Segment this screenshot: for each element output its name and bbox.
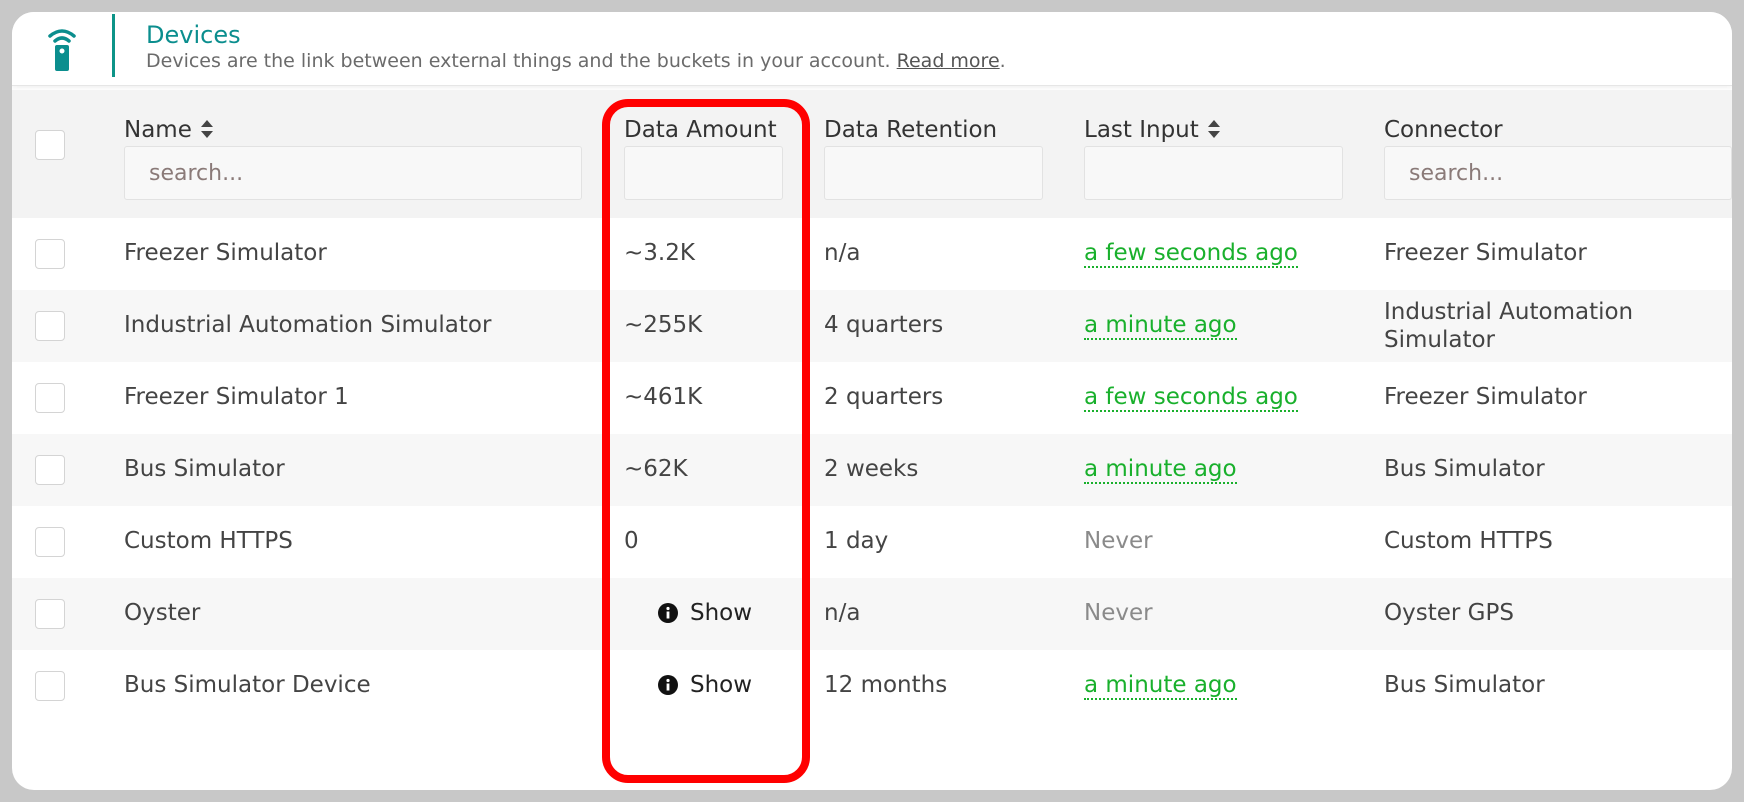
data-retention-value: n/a (824, 600, 861, 626)
header-divider (112, 14, 115, 77)
column-header-connector: Connector (1384, 117, 1503, 143)
last-input-value: a few seconds ago (1084, 240, 1298, 268)
table-row[interactable]: Bus Simulator ~62K 2 weeks a minute ago … (12, 434, 1732, 506)
device-name[interactable]: Bus Simulator (124, 456, 285, 482)
data-retention-value: 4 quarters (824, 312, 944, 338)
sort-icon[interactable] (1207, 119, 1221, 139)
row-checkbox[interactable] (35, 599, 65, 629)
last-input-value: a few seconds ago (1084, 384, 1298, 412)
data-amount-value: ~461K (624, 384, 703, 410)
select-all-checkbox[interactable] (35, 130, 65, 160)
data-retention-value: 1 day (824, 528, 889, 554)
device-name[interactable]: Freezer Simulator (124, 240, 327, 266)
row-checkbox[interactable] (35, 455, 65, 485)
connector-value: Freezer Simulator (1384, 384, 1587, 410)
device-name[interactable]: Freezer Simulator 1 (124, 384, 349, 410)
data-retention-value: 2 weeks (824, 456, 919, 482)
page-description: Devices are the link between external th… (146, 50, 1006, 72)
table-row[interactable]: Industrial Automation Simulator ~255K 4 … (12, 290, 1732, 362)
device-name[interactable]: Industrial Automation Simulator (124, 312, 491, 338)
last-input-value: Never (1084, 528, 1153, 554)
connector-search-input[interactable] (1384, 146, 1732, 200)
page-title: Devices (146, 21, 241, 49)
description-text: Devices are the link between external th… (146, 50, 891, 72)
device-name[interactable]: Oyster (124, 600, 200, 626)
column-last-input-label: Last Input (1084, 117, 1199, 143)
column-header-name[interactable]: Name (124, 117, 214, 143)
show-label: Show (690, 672, 753, 698)
column-header-data-amount: Data Amount (624, 117, 777, 143)
table-row[interactable]: Oyster Show n/a Never Oyster GPS (12, 578, 1732, 650)
data-retention-value: n/a (824, 240, 861, 266)
description-period: . (999, 50, 1006, 72)
last-input-value: Never (1084, 600, 1153, 626)
data-amount-value: 0 (624, 528, 639, 554)
sort-icon[interactable] (200, 119, 214, 139)
device-name[interactable]: Bus Simulator Device (124, 672, 371, 698)
connector-value: Industrial Automation Simulator (1384, 299, 1634, 353)
column-header-data-retention: Data Retention (824, 117, 998, 143)
last-input-value: a minute ago (1084, 456, 1237, 484)
data-retention-filter-input[interactable] (824, 146, 1043, 200)
devices-panel: Devices Devices are the link between ext… (12, 12, 1732, 790)
connector-value: Oyster GPS (1384, 600, 1514, 626)
connector-value: Bus Simulator (1384, 456, 1545, 482)
data-amount-value: ~62K (624, 456, 688, 482)
data-amount-value: ~3.2K (624, 240, 695, 266)
last-input-value: a minute ago (1084, 312, 1237, 340)
column-header-last-input[interactable]: Last Input (1084, 117, 1221, 143)
row-checkbox[interactable] (35, 671, 65, 701)
data-retention-value: 2 quarters (824, 384, 944, 410)
data-amount-value: ~255K (624, 312, 703, 338)
device-name[interactable]: Custom HTTPS (124, 528, 293, 554)
table-header-row: Name Data Amount Data Retention Last Inp… (12, 90, 1732, 218)
last-input-filter-input[interactable] (1084, 146, 1343, 200)
table-row[interactable]: Bus Simulator Device Show 12 months a mi… (12, 650, 1732, 722)
table-row[interactable]: Freezer Simulator ~3.2K n/a a few second… (12, 218, 1732, 290)
show-data-amount-button[interactable]: Show (658, 600, 752, 626)
remote-device-icon (48, 29, 76, 71)
row-checkbox[interactable] (35, 527, 65, 557)
table-row[interactable]: Freezer Simulator 1 ~461K 2 quarters a f… (12, 362, 1732, 434)
name-search-input[interactable] (124, 146, 582, 200)
info-icon (658, 603, 678, 623)
row-checkbox[interactable] (35, 239, 65, 269)
read-more-link[interactable]: Read more (897, 50, 1000, 72)
connector-value: Bus Simulator (1384, 672, 1545, 698)
page-header: Devices Devices are the link between ext… (12, 12, 1732, 86)
connector-value: Custom HTTPS (1384, 528, 1553, 554)
connector-value: Freezer Simulator (1384, 240, 1587, 266)
row-checkbox[interactable] (35, 383, 65, 413)
data-retention-value: 12 months (824, 672, 948, 698)
last-input-value: a minute ago (1084, 672, 1237, 700)
info-icon (658, 675, 678, 695)
table-row[interactable]: Custom HTTPS 0 1 day Never Custom HTTPS (12, 506, 1732, 578)
data-amount-filter-input[interactable] (624, 146, 783, 200)
column-name-label: Name (124, 117, 192, 143)
row-checkbox[interactable] (35, 311, 65, 341)
show-data-amount-button[interactable]: Show (658, 672, 752, 698)
show-label: Show (690, 600, 753, 626)
